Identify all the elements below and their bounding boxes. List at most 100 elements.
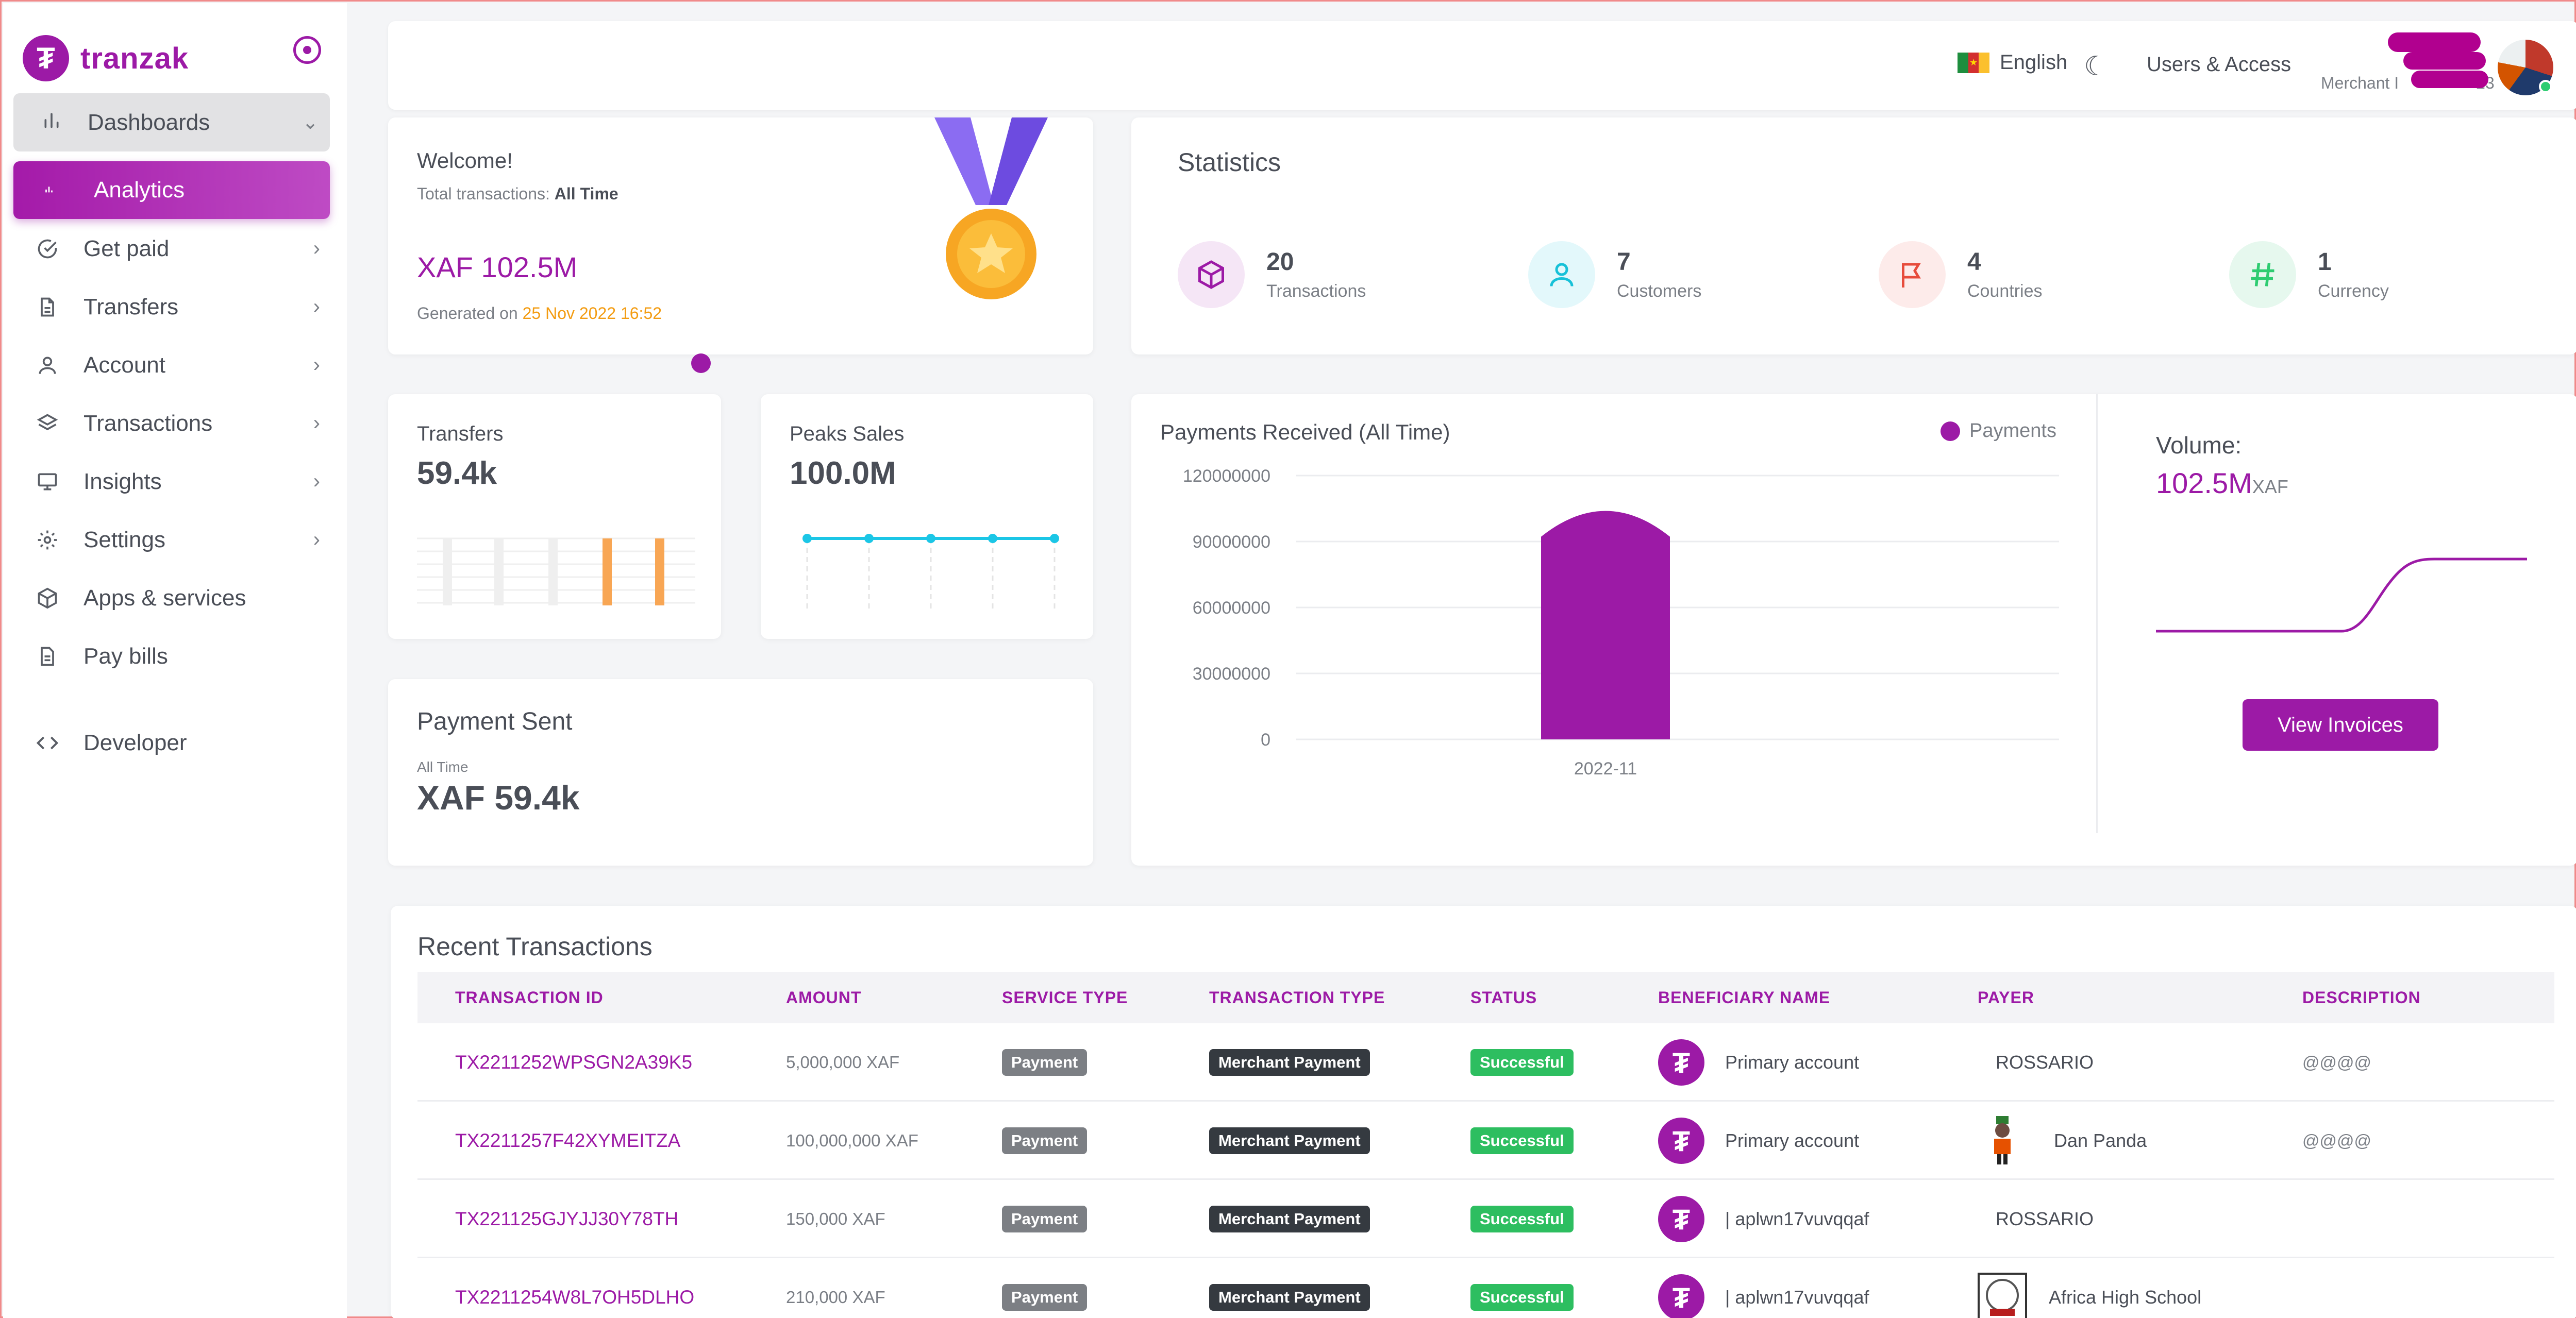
column-header-service-type[interactable]: SERVICE TYPE xyxy=(1002,988,1128,1007)
y-tick-label: 30000000 xyxy=(1193,664,1270,684)
column-header-payer[interactable]: PAYER xyxy=(1978,988,2034,1007)
users-access-link[interactable]: Users & Access xyxy=(2147,53,2291,76)
language-selector[interactable]: ★ English xyxy=(1958,51,2067,74)
top-bar: ★ English ☾ Users & Access Merchant I23 xyxy=(388,21,2576,110)
generated-on: Generated on 25 Nov 2022 16:52 xyxy=(417,304,662,323)
chevron-right-icon: › xyxy=(313,353,320,376)
service-type-cell: Payment xyxy=(1002,1180,1088,1258)
column-header-beneficiary-name[interactable]: BENEFICIARY NAME xyxy=(1658,988,1830,1007)
dark-mode-toggle-icon[interactable]: ☾ xyxy=(2084,51,2108,82)
cube-icon xyxy=(33,584,62,613)
y-tick-label: 120000000 xyxy=(1183,466,1270,486)
transfers-card: Transfers 59.4k xyxy=(388,394,721,639)
column-header-description[interactable]: DESCRIPTION xyxy=(2302,988,2421,1007)
sidebar-item-transactions[interactable]: Transactions › xyxy=(3,394,347,452)
layers-icon xyxy=(33,409,62,438)
document-icon xyxy=(33,293,62,322)
payment-sent-period: All Time xyxy=(417,759,469,775)
beneficiary-cell: ₮ Primary account xyxy=(1658,1102,1859,1180)
sidebar-item-label: Developer xyxy=(83,730,187,755)
service-type-cell: Payment xyxy=(1002,1102,1088,1180)
transaction-type-cell: Merchant Payment xyxy=(1209,1102,1370,1180)
chevron-right-icon: › xyxy=(313,528,320,551)
sidebar-toggle-icon[interactable] xyxy=(293,36,321,64)
table-row[interactable]: TX2211252WPSGN2A39K5 5,000,000 XAF Payme… xyxy=(417,1023,2554,1102)
sidebar-item-apps-services[interactable]: Apps & services xyxy=(3,569,347,627)
user-icon xyxy=(1528,241,1595,308)
nav-group-dashboards[interactable]: Dashboards ⌄ xyxy=(13,93,330,151)
welcome-title: Welcome! xyxy=(417,148,513,173)
redaction-mark xyxy=(2403,52,2486,70)
sidebar-item-pay-bills[interactable]: Pay bills xyxy=(3,627,347,685)
payer-name: Dan Panda xyxy=(2054,1130,2147,1151)
table-row[interactable]: TX221125GJYJJ30Y78TH 150,000 XAF Payment… xyxy=(417,1180,2554,1258)
nav-group-label: Dashboards xyxy=(88,109,210,135)
x-tick-label: 2022-11 xyxy=(1574,759,1637,779)
transaction-id-link[interactable]: TX2211257F42XYMEITZA xyxy=(455,1102,680,1180)
payer-name: ROSSARIO xyxy=(1996,1208,2094,1229)
file-icon xyxy=(33,642,62,671)
sidebar-item-analytics[interactable]: Analytics xyxy=(13,161,330,219)
welcome-amount: XAF 102.5M xyxy=(417,251,578,283)
transfers-label: Transfers xyxy=(417,423,504,445)
chevron-right-icon: › xyxy=(313,237,320,260)
sidebar-item-label: Transfers xyxy=(83,294,179,319)
chevron-right-icon: › xyxy=(313,295,320,318)
medal-icon xyxy=(934,117,1048,299)
recent-transactions-card: Recent Transactions TRANSACTION ID AMOUNT… xyxy=(391,906,2576,1318)
transaction-type-badge: Merchant Payment xyxy=(1209,1049,1370,1076)
payment-sent-value: XAF 59.4k xyxy=(417,779,580,817)
user-icon xyxy=(33,351,62,380)
transaction-type-badge: Merchant Payment xyxy=(1209,1206,1370,1232)
beneficiary-cell: ₮ | aplwn17vuvqqaf xyxy=(1658,1180,1869,1258)
description-cell: @@@@ xyxy=(2302,1053,2371,1072)
bar-2022-11[interactable] xyxy=(1541,511,1670,739)
payments-bar-chart: 0 30000000 60000000 90000000 120000000 2022-1… xyxy=(1183,466,2059,779)
column-header-transaction-id[interactable]: TRANSACTION ID xyxy=(455,988,604,1007)
cube-icon xyxy=(1178,241,1245,308)
transfers-bar xyxy=(655,538,664,605)
hash-icon xyxy=(2229,241,2296,308)
sidebar-item-settings[interactable]: Settings › xyxy=(3,511,347,569)
brand[interactable]: ₮ tranzak xyxy=(23,35,189,81)
flag-icon xyxy=(1879,241,1946,308)
y-tick-label: 90000000 xyxy=(1193,532,1270,552)
carousel-dot[interactable] xyxy=(691,353,711,373)
sidebar-item-label: Account xyxy=(83,352,165,378)
status-badge: Successful xyxy=(1470,1127,1574,1154)
sidebar-item-developer[interactable]: Developer xyxy=(3,714,347,772)
sidebar-item-label: Settings xyxy=(83,527,165,552)
sidebar-item-transfers[interactable]: Transfers › xyxy=(3,278,347,336)
table-row[interactable]: TX2211257F42XYMEITZA 100,000,000 XAF Pay… xyxy=(417,1102,2554,1180)
table-row[interactable]: TX2211254W8L7OH5DLHO 210,000 XAF Payment… xyxy=(417,1258,2554,1318)
transaction-id-link[interactable]: TX221125GJYJJ30Y78TH xyxy=(455,1180,678,1258)
transaction-id-link[interactable]: TX2211252WPSGN2A39K5 xyxy=(455,1023,692,1102)
mini-bar-chart-icon xyxy=(43,183,64,198)
redaction-mark xyxy=(2411,71,2488,88)
user-avatar[interactable] xyxy=(2498,40,2553,95)
amount-cell: 210,000 XAF xyxy=(786,1288,885,1307)
transaction-id-link[interactable]: TX2211254W8L7OH5DLHO xyxy=(455,1258,694,1318)
view-invoices-button[interactable]: View Invoices xyxy=(2243,699,2438,751)
beneficiary-cell: ₮ | aplwn17vuvqqaf xyxy=(1658,1258,1869,1318)
column-header-transaction-type[interactable]: TRANSACTION TYPE xyxy=(1209,988,1385,1007)
stat-customers: 7 Customers xyxy=(1528,241,1701,308)
transaction-type-badge: Merchant Payment xyxy=(1209,1127,1370,1154)
column-header-status[interactable]: STATUS xyxy=(1470,988,1537,1007)
sidebar-item-insights[interactable]: Insights › xyxy=(3,452,347,511)
sidebar-item-get-paid[interactable]: Get paid › xyxy=(3,219,347,278)
volume-label: Volume: xyxy=(2156,432,2242,459)
stat-label: Countries xyxy=(1967,281,2043,301)
sidebar-item-label: Get paid xyxy=(83,235,170,261)
sidebar-item-label: Transactions xyxy=(83,410,213,436)
sidebar-item-account[interactable]: Account › xyxy=(3,336,347,394)
peaks-value: 100.0M xyxy=(790,455,896,491)
status-cell: Successful xyxy=(1470,1102,1574,1180)
sidebar-item-label: Analytics xyxy=(94,177,185,202)
sidebar-nav: Get paid › Transfers › Account › Transac… xyxy=(3,219,347,772)
column-header-amount[interactable]: AMOUNT xyxy=(786,988,861,1007)
transfers-sparkbars xyxy=(417,537,695,605)
volume-value: 102.5MXAF xyxy=(2156,467,2288,499)
payer-cell: ROSSARIO xyxy=(1996,1180,2094,1258)
payer-avatar xyxy=(1978,1273,2027,1318)
